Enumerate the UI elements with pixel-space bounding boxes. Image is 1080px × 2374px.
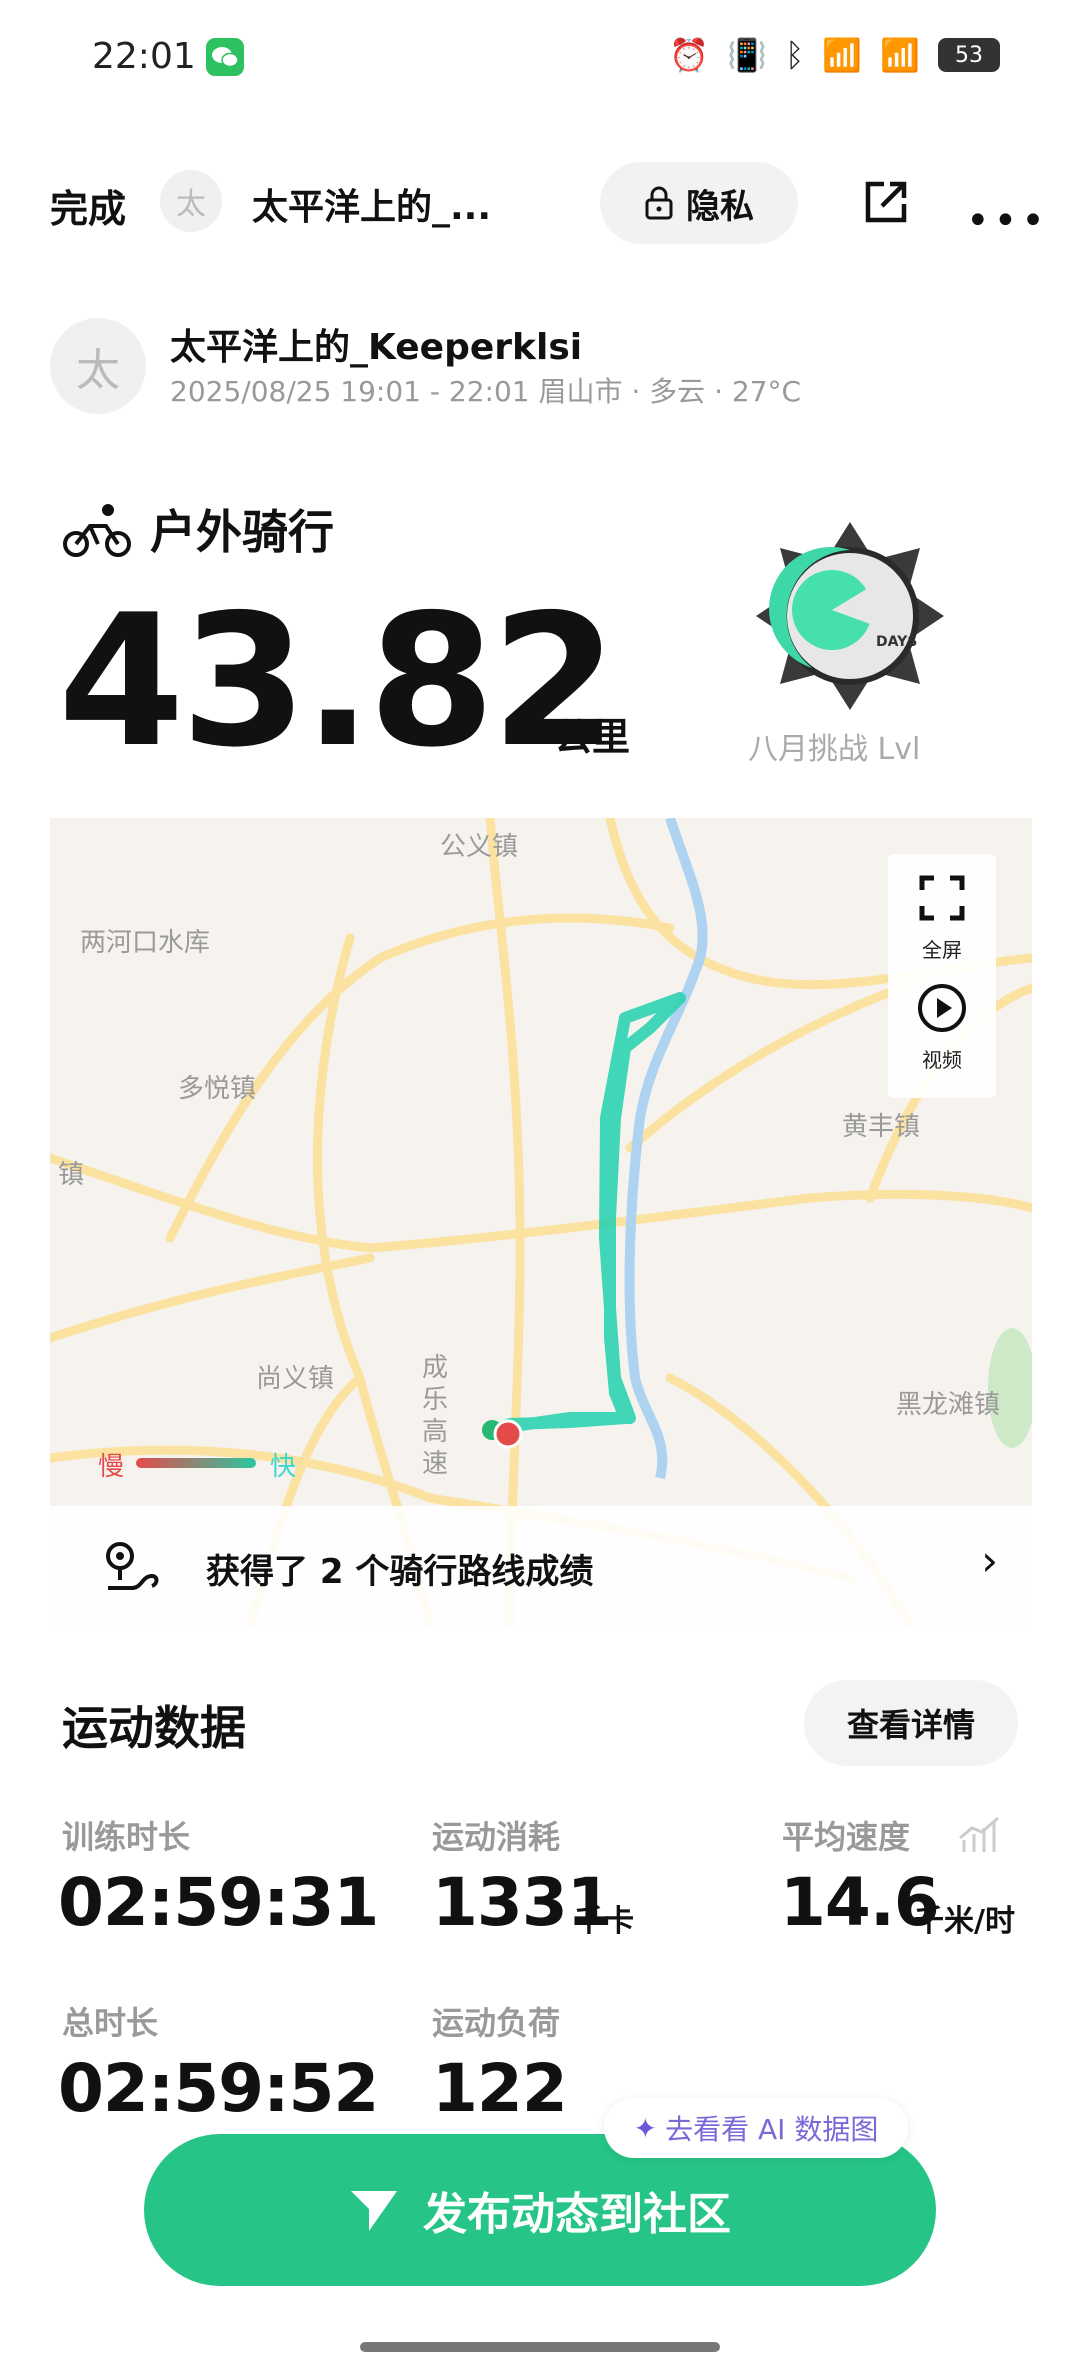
privacy-button[interactable]: 隐私 (600, 162, 798, 244)
sparkle-icon: ✦ (633, 2111, 658, 2145)
activity-type: 户外骑行 (150, 505, 334, 559)
avg-speed-label: 平均速度 (782, 1818, 911, 1856)
stats-title: 运动数据 (62, 1701, 246, 1755)
wechat-icon (206, 38, 244, 76)
privacy-label: 隐私 (686, 186, 754, 227)
distance-value: 43.82 (58, 575, 618, 787)
more-icon[interactable]: ••• (966, 198, 1049, 244)
view-details-button[interactable]: 查看详情 (804, 1680, 1018, 1766)
avg-speed-unit: 千米/时 (914, 1904, 1015, 1939)
training-duration-label: 训练时长 (62, 1818, 191, 1856)
speed-legend-bar (136, 1458, 256, 1468)
activity-meta: 2025/08/25 19:01 - 22:01 眉山市 · 多云 · 27°C (170, 375, 802, 408)
route-map[interactable]: 公义镇 两河口水库 多悦镇 镇 尚义镇 成乐高速 黄丰镇 黑龙滩镇 全屏 视频 … (50, 818, 1032, 1626)
status-time: 22:01 (92, 36, 196, 77)
badge-label: 八月挑战 Lvl (748, 732, 921, 767)
bicycle-icon (63, 504, 131, 557)
training-load-label: 运动负荷 (432, 2004, 561, 2042)
user-name: 太平洋上的_Keeperklsi (170, 327, 583, 368)
lock-icon (645, 186, 673, 220)
legend-fast: 快 (270, 1452, 297, 1482)
user-avatar[interactable]: 太 (50, 318, 146, 414)
route-achievement-text: 获得了 2 个骑行路线成绩 (206, 1552, 594, 1592)
bluetooth-icon: ᛒ (785, 36, 805, 74)
status-icons: ⏰ 📳 ᛒ 📶 📶 53 (669, 36, 1000, 74)
alarm-icon: ⏰ (669, 36, 710, 74)
map-label-heilongtan: 黑龙滩镇 (896, 1390, 1001, 1420)
training-load-value: 122 (432, 2050, 568, 2127)
video-button[interactable]: 视频 (888, 976, 996, 1098)
vibrate-icon: 📳 (727, 36, 768, 74)
header-title: 太平洋上的_... (252, 187, 492, 228)
route-icon (106, 1542, 159, 1590)
badge-text: DAYS (876, 634, 917, 650)
signal-5g-icon: 📶 (822, 36, 863, 74)
fullscreen-icon (919, 875, 965, 921)
calories-unit: 千卡 (574, 1904, 634, 1939)
ai-data-label: 去看看 AI 数据图 (665, 2113, 879, 2146)
map-label-huangfeng: 黄丰镇 (842, 1112, 921, 1142)
fullscreen-button[interactable]: 全屏 (888, 854, 996, 976)
total-duration-label: 总时长 (62, 2004, 159, 2042)
total-duration-value: 02:59:52 (58, 2050, 379, 2127)
training-duration-value: 02:59:31 (58, 1864, 379, 1941)
fullscreen-label: 全屏 (922, 938, 962, 962)
video-label: 视频 (922, 1048, 962, 1072)
ai-data-button[interactable]: ✦ 去看看 AI 数据图 (604, 2098, 908, 2158)
calories-label: 运动消耗 (432, 1818, 561, 1856)
map-label-gongyi: 公义镇 (440, 832, 519, 862)
chart-icon[interactable] (958, 1816, 1002, 1854)
route-end-marker (493, 1419, 523, 1449)
home-indicator[interactable] (360, 2342, 720, 2352)
distance-unit: 公里 (554, 715, 631, 759)
map-label-duoyue: 多悦镇 (178, 1074, 257, 1104)
header-avatar[interactable]: 太 (160, 170, 222, 232)
map-controls: 全屏 视频 (888, 854, 996, 1098)
route-achievement-banner[interactable]: 获得了 2 个骑行路线成绩 › (50, 1506, 1032, 1626)
map-label-zhen: 镇 (58, 1160, 85, 1190)
map-label-shangyi: 尚义镇 (256, 1364, 335, 1394)
challenge-badge[interactable]: DAYS (752, 518, 948, 714)
chevron-right-icon: › (981, 1536, 998, 1585)
battery-indicator: 53 (938, 38, 1000, 72)
done-button[interactable]: 完成 (50, 178, 126, 233)
send-icon (351, 2191, 397, 2231)
map-label-chengle: 成乐高速 (422, 1353, 449, 1479)
signal-5g-icon: 📶 (880, 36, 920, 74)
share-icon[interactable] (862, 178, 910, 226)
publish-label: 发布动态到社区 (423, 2189, 731, 2240)
legend-slow: 慢 (98, 1452, 125, 1482)
play-icon (918, 984, 966, 1032)
map-label-lianghekou: 两河口水库 (80, 928, 211, 958)
